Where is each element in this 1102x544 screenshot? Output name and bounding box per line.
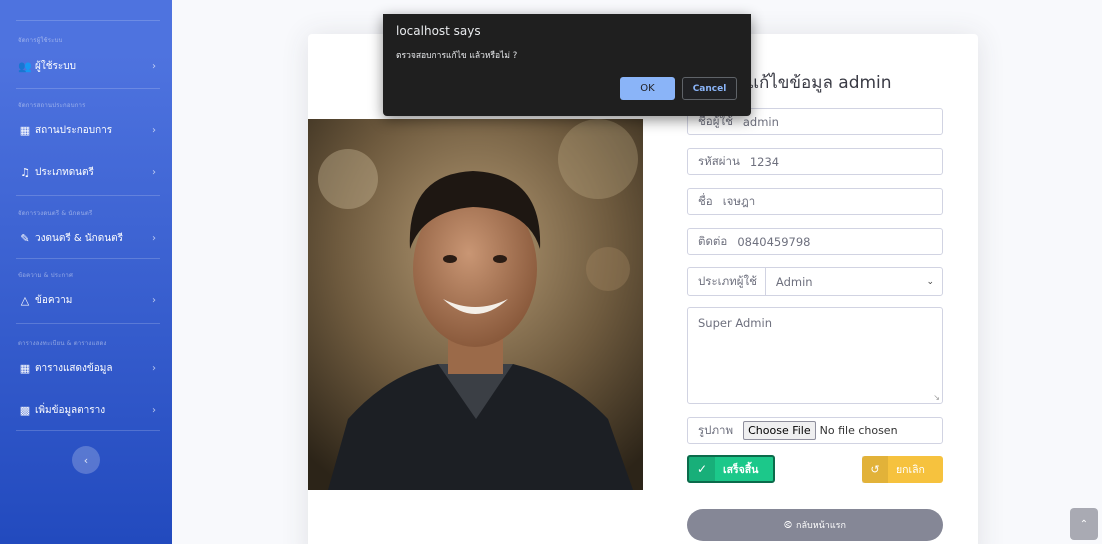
chevron-right-icon: › — [152, 404, 156, 416]
sidebar-item-users[interactable]: 👥 ผู้ใช้ระบบ › — [18, 56, 162, 76]
sidebar-item-add-schedule[interactable]: ▩ เพิ่มข้อมูลตาราง › — [18, 400, 162, 420]
sidebar-divider — [16, 88, 160, 89]
profile-photo-image — [308, 119, 643, 490]
sidebar-divider — [16, 323, 160, 324]
chevron-right-icon: › — [152, 362, 156, 374]
chevron-right-icon: › — [152, 232, 156, 244]
sidebar-heading: ตารางลงทะเบียน & ตารางแสดง — [18, 340, 107, 347]
undo-icon: ↺ — [862, 456, 888, 483]
description-textarea[interactable]: Super Admin ↘ — [687, 307, 943, 404]
sidebar-item-label: ตารางแสดงข้อมูล — [35, 362, 113, 374]
check-icon: ✓ — [689, 457, 715, 481]
name-label: ชื่อ — [698, 193, 713, 208]
folder-plus-icon: ▩ — [19, 403, 31, 417]
user-type-value: Admin — [775, 274, 813, 289]
chevron-down-icon: ⌄ — [926, 276, 934, 287]
sidebar-divider — [16, 258, 160, 259]
cancel-button[interactable]: ↺ ยกเลิก — [862, 456, 943, 483]
sidebar-heading: จัดการผู้ใช้ระบบ — [18, 37, 63, 44]
sidebar-divider — [16, 20, 160, 21]
sidebar-item-label: สถานประกอบการ — [35, 124, 113, 136]
guitar-icon: ✎ — [20, 231, 30, 245]
file-status: No file chosen — [819, 424, 898, 437]
profile-photo — [308, 119, 643, 490]
image-field: รูปภาพ Choose File No file chosen — [687, 417, 943, 444]
sidebar-item-label: ประเภทดนตรี — [35, 166, 94, 178]
password-field[interactable]: รหัสผ่าน 1234 — [687, 148, 943, 175]
sidebar-item-schedule-table[interactable]: ▦ ตารางแสดงข้อมูล › — [18, 358, 162, 378]
choose-file-button[interactable]: Choose File — [743, 421, 816, 440]
contact-value: 0840459798 — [737, 234, 811, 249]
sidebar-heading: จัดการวงดนตรี & นักดนตรี — [18, 210, 93, 217]
back-home-label: กลับหน้าแรก — [796, 521, 846, 531]
image-label: รูปภาพ — [698, 422, 734, 437]
chevron-left-icon: ‹ — [83, 453, 89, 467]
table-icon: ▦ — [19, 361, 31, 375]
password-label: รหัสผ่าน — [698, 153, 740, 168]
sidebar: จัดการผู้ใช้ระบบ 👥 ผู้ใช้ระบบ › จัดการสถ… — [0, 0, 172, 544]
description-value: Super Admin — [698, 316, 772, 330]
name-value: เจษฎา — [722, 193, 756, 208]
music-icon: ♫ — [20, 165, 30, 179]
sidebar-item-label: ผู้ใช้ระบบ — [35, 60, 76, 72]
chevron-up-icon: ⌃ — [1079, 518, 1089, 530]
back-home-button[interactable]: ⧀ กลับหน้าแรก — [687, 509, 943, 541]
sidebar-toggle-button[interactable]: ‹ — [72, 446, 100, 474]
inbox-icon: △ — [20, 293, 30, 307]
sidebar-heading: จัดการสถานประกอบการ — [18, 102, 86, 109]
contact-field[interactable]: ติดต่อ 0840459798 — [687, 228, 943, 255]
sidebar-item-label: เพิ่มข้อมูลตาราง — [35, 404, 106, 416]
chevron-right-icon: › — [152, 60, 156, 72]
sidebar-item-label: ข้อความ — [35, 294, 73, 306]
arrow-circle-left-icon: ⧀ — [784, 519, 793, 531]
username-value: admin — [742, 114, 779, 129]
cancel-button-label: ยกเลิก — [896, 464, 925, 476]
users-icon: 👥 — [18, 59, 32, 73]
dialog-cancel-button[interactable]: Cancel — [682, 77, 737, 100]
scroll-to-top-button[interactable]: ⌃ — [1070, 508, 1098, 540]
store-icon: ▦ — [19, 123, 31, 137]
sidebar-item-music-type[interactable]: ♫ ประเภทดนตรี › — [18, 162, 162, 182]
contact-label: ติดต่อ — [698, 233, 728, 248]
sidebar-heading: ข้อความ & ประกาศ — [18, 272, 73, 279]
dialog-message: ตรวจสอบการแก้ไข แล้วหรือไม่ ? — [396, 51, 518, 61]
chevron-right-icon: › — [152, 166, 156, 178]
sidebar-divider — [16, 430, 160, 431]
page-title: แก้ไขข้อมูล admin — [748, 73, 892, 93]
save-button[interactable]: ✓ เสร็จสิ้น — [687, 455, 775, 483]
name-field[interactable]: ชื่อ เจษฎา — [687, 188, 943, 215]
resize-grip-icon[interactable]: ↘ — [933, 393, 940, 402]
save-button-label: เสร็จสิ้น — [723, 463, 759, 476]
user-type-label: ประเภทผู้ใช้ — [688, 268, 766, 295]
dialog-title: localhost says — [396, 24, 481, 38]
sidebar-item-messages[interactable]: △ ข้อความ › — [18, 290, 162, 310]
password-value: 1234 — [749, 154, 780, 169]
sidebar-item-business[interactable]: ▦ สถานประกอบการ › — [18, 120, 162, 140]
sidebar-item-label: วงดนตรี & นักดนตรี — [35, 232, 123, 244]
sidebar-item-bands[interactable]: ✎ วงดนตรี & นักดนตรี › — [18, 228, 162, 248]
dialog-ok-button[interactable]: OK — [620, 77, 675, 100]
confirm-dialog: localhost says ตรวจสอบการแก้ไข แล้วหรือไ… — [383, 14, 751, 116]
user-type-select[interactable]: ประเภทผู้ใช้ Admin ⌄ — [687, 267, 943, 296]
sidebar-divider — [16, 195, 160, 196]
chevron-right-icon: › — [152, 294, 156, 306]
chevron-right-icon: › — [152, 124, 156, 136]
